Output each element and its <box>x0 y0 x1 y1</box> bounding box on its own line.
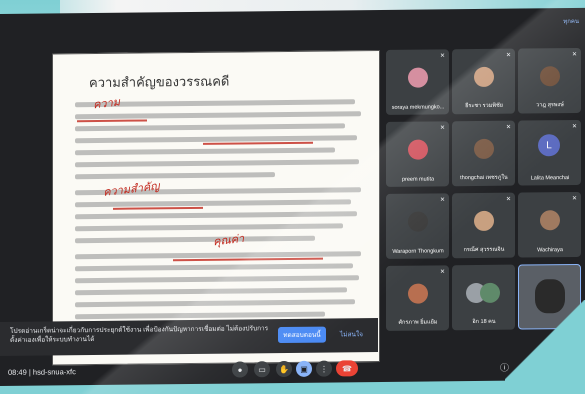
mic-off-icon: ✕ <box>439 269 445 276</box>
participant-name: soraya mekmungko... <box>391 104 445 111</box>
mic-button[interactable]: ● <box>232 361 248 378</box>
dismiss-button[interactable]: ไม่สนใจ <box>340 326 363 342</box>
more-options-button[interactable]: ⋮ <box>316 360 332 377</box>
avatar <box>474 138 494 160</box>
grid-view-label[interactable]: ทุกคน <box>563 16 579 26</box>
notice-text: โปรดอ่านเกร็ดน่าจะเกี่ยวกับการประยุกต์ใช… <box>10 325 269 344</box>
annotation-3: คุณค่า <box>212 231 245 249</box>
participant-name: Waraporn Thongkum <box>392 248 444 255</box>
participant-name: ธีระชา รวมพิชัย <box>465 102 503 110</box>
participant-tile[interactable]: ✕ thongchai เพชรภูใน <box>452 120 515 187</box>
avatar <box>408 211 428 232</box>
participant-tile[interactable]: ✕ กรณิ์ศ สุวรรณจิน <box>452 192 515 259</box>
meeting-code: hsd-snua-xfc <box>32 367 76 377</box>
participant-name: thongchai เพชรภูใน <box>460 174 508 182</box>
participant-tile[interactable]: ✕ preem mutita <box>386 121 449 187</box>
participant-tile[interactable]: ✕ ศักรภาพ ยิ้มแย้ม <box>386 265 449 331</box>
present-icon: ▣ <box>300 364 308 374</box>
mic-icon: ● <box>237 364 243 375</box>
avatar <box>408 139 428 160</box>
mic-off-icon: ✕ <box>505 52 511 59</box>
participant-name: กรณิ์ศ สุวรรณจิน <box>463 246 505 254</box>
end-call-button[interactable]: ☎ <box>336 360 358 377</box>
avatar <box>540 210 560 231</box>
participant-name: Wachiraya <box>537 247 563 254</box>
participant-tile[interactable]: ✕ Wachiraya <box>518 191 581 258</box>
participant-name: preem mutita <box>401 176 435 183</box>
participant-tile[interactable]: ✕ soraya mekmungko... <box>386 49 449 115</box>
mic-off-icon: ✕ <box>505 124 511 131</box>
mic-off-icon: ✕ <box>571 51 577 59</box>
mic-off-icon: ✕ <box>439 125 445 132</box>
present-button[interactable]: ▣ <box>296 360 312 377</box>
participant-name: Lalita Meanchai <box>530 175 570 182</box>
annotation-2: ความสำคัญ <box>102 179 161 199</box>
raise-hand-button[interactable]: ✋ <box>276 360 292 378</box>
avatar <box>408 67 428 88</box>
meet-window: ทุกคน ความสำคัญของวรรณคดี ความ ความสำคัญ… <box>0 7 585 387</box>
separator: | <box>28 367 31 377</box>
participant-name: ศักรภาพ ยิ้มแย้ม <box>398 319 438 326</box>
avatar <box>474 210 494 232</box>
document-title: ความสำคัญของวรรณคดี <box>89 74 230 92</box>
connection-notice: โปรดอ่านเกร็ดน่าจะเกี่ยวกับการประยุกต์ใช… <box>0 318 378 356</box>
avatar <box>474 66 494 88</box>
avatar <box>540 66 560 87</box>
participant-tile[interactable]: ✕ L Lalita Meanchai <box>518 119 581 186</box>
mic-off-icon: ✕ <box>439 197 445 204</box>
participant-tile[interactable]: ✕ วาฎ สุรพงษ์ <box>518 47 581 114</box>
hand-icon: ✋ <box>279 364 289 374</box>
avatar: L <box>538 134 560 157</box>
mic-off-icon: ✕ <box>571 195 577 203</box>
avatar <box>408 283 428 304</box>
participant-name: วาฎ สุรพงษ์ <box>536 102 564 109</box>
annotation-1: ความ <box>92 95 121 112</box>
photo-frame-corner <box>505 300 585 394</box>
camera-icon: ▭ <box>258 364 266 374</box>
more-icon: ⋮ <box>320 364 328 374</box>
meeting-info: 08:49 | hsd-snua-xfc <box>8 367 76 377</box>
end-call-icon: ☎ <box>342 363 352 373</box>
mic-off-icon: ✕ <box>439 53 445 60</box>
camera-button[interactable]: ▭ <box>254 361 270 378</box>
participant-grid: ✕ soraya mekmungko... ✕ ธีระชา รวมพิชัย … <box>386 47 582 340</box>
clock: 08:49 <box>8 367 27 377</box>
meeting-controls-bar: 08:49 | hsd-snua-xfc ● ▭ ✋ ▣ ⋮ ☎ ⓘ <box>0 354 585 386</box>
participant-tile[interactable]: ✕ Waraporn Thongkum <box>386 193 449 259</box>
participant-tile[interactable]: ✕ ธีระชา รวมพิชัย <box>452 48 515 115</box>
test-now-button[interactable]: ทดสอบตอนนี้ <box>278 326 326 344</box>
mic-off-icon: ✕ <box>571 123 577 131</box>
mic-off-icon: ✕ <box>505 196 511 203</box>
avatar <box>480 282 500 303</box>
